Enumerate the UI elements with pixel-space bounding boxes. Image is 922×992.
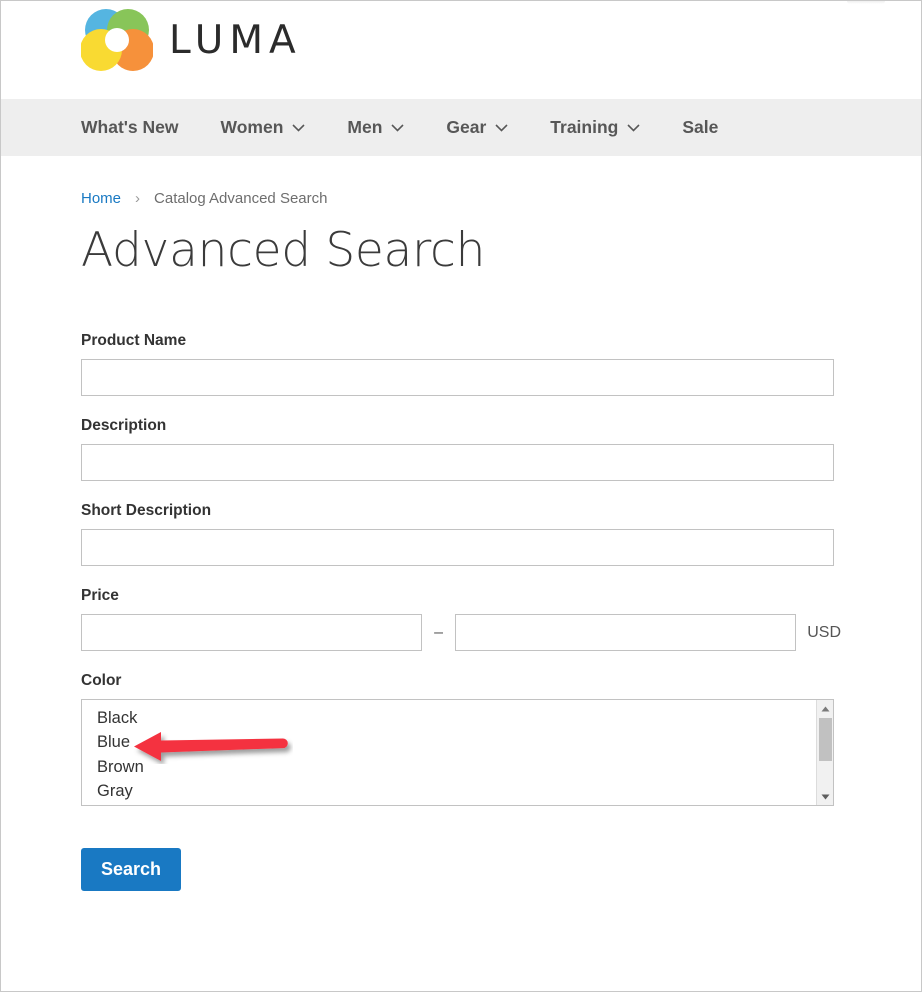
scrollbar-thumb[interactable] [819,718,832,761]
price-range-row: – USD [81,614,841,651]
field-color: Color Black Blue Brown Gray Green [81,672,841,806]
color-option[interactable]: Blue [97,730,815,754]
field-short-description: Short Description [81,502,841,566]
field-price: Price – USD [81,587,841,651]
field-label: Color [81,672,841,690]
nav-label: Women [221,117,284,138]
form-actions: Search [81,848,841,891]
breadcrumb-current: Catalog Advanced Search [154,190,327,207]
color-option-list: Black Blue Brown Gray Green [82,700,815,806]
nav-item-men[interactable]: Men [347,117,404,138]
logo-wordmark: LUMA [169,18,302,63]
color-list-scrollbar[interactable] [816,700,833,805]
nav-label: Men [347,117,382,138]
main-content: Home › Catalog Advanced Search Advanced … [1,156,921,891]
price-range-separator: – [422,624,455,642]
color-option[interactable]: Black [97,706,815,730]
nav-label: Training [550,117,618,138]
chevron-down-icon [627,124,640,132]
site-logo[interactable]: LUMA [81,8,302,72]
nav-label: Gear [446,117,486,138]
color-multiselect[interactable]: Black Blue Brown Gray Green [81,699,834,806]
field-label: Product Name [81,332,841,350]
main-navigation: What's New Women Men Gear Training [1,99,921,156]
field-product-name: Product Name [81,332,841,396]
field-label: Price [81,587,841,605]
nav-item-sale[interactable]: Sale [682,117,718,138]
short-description-input[interactable] [81,529,834,566]
chevron-down-icon [391,124,404,132]
color-option[interactable]: Gray [97,779,815,803]
description-input[interactable] [81,444,834,481]
chevron-down-icon [292,124,305,132]
cut-off-top-element [847,0,885,4]
color-option[interactable]: Green [97,803,815,806]
nav-item-women[interactable]: Women [221,117,306,138]
price-to-input[interactable] [455,614,796,651]
breadcrumb: Home › Catalog Advanced Search [81,156,841,207]
field-label: Short Description [81,502,841,520]
nav-item-training[interactable]: Training [550,117,640,138]
price-from-input[interactable] [81,614,422,651]
chevron-down-icon [495,124,508,132]
browser-page: LUMA What's New Women Men Gear Training [0,0,922,992]
breadcrumb-home-link[interactable]: Home [81,190,121,207]
nav-item-whats-new[interactable]: What's New [81,117,179,138]
triangle-up-icon[interactable] [817,700,833,717]
breadcrumb-separator-icon: › [135,190,140,207]
color-option[interactable]: Brown [97,755,815,779]
nav-label: Sale [682,117,718,138]
luma-flower-logo-icon [81,8,153,72]
nav-label: What's New [81,117,179,138]
triangle-down-icon[interactable] [817,788,833,805]
site-header: LUMA [1,1,921,99]
page-title: Advanced Search [81,223,841,278]
advanced-search-form: Product Name Description Short Descripti… [81,332,841,891]
price-currency-label: USD [807,624,841,642]
field-description: Description [81,417,841,481]
nav-item-gear[interactable]: Gear [446,117,508,138]
search-button[interactable]: Search [81,848,181,891]
product-name-input[interactable] [81,359,834,396]
field-label: Description [81,417,841,435]
